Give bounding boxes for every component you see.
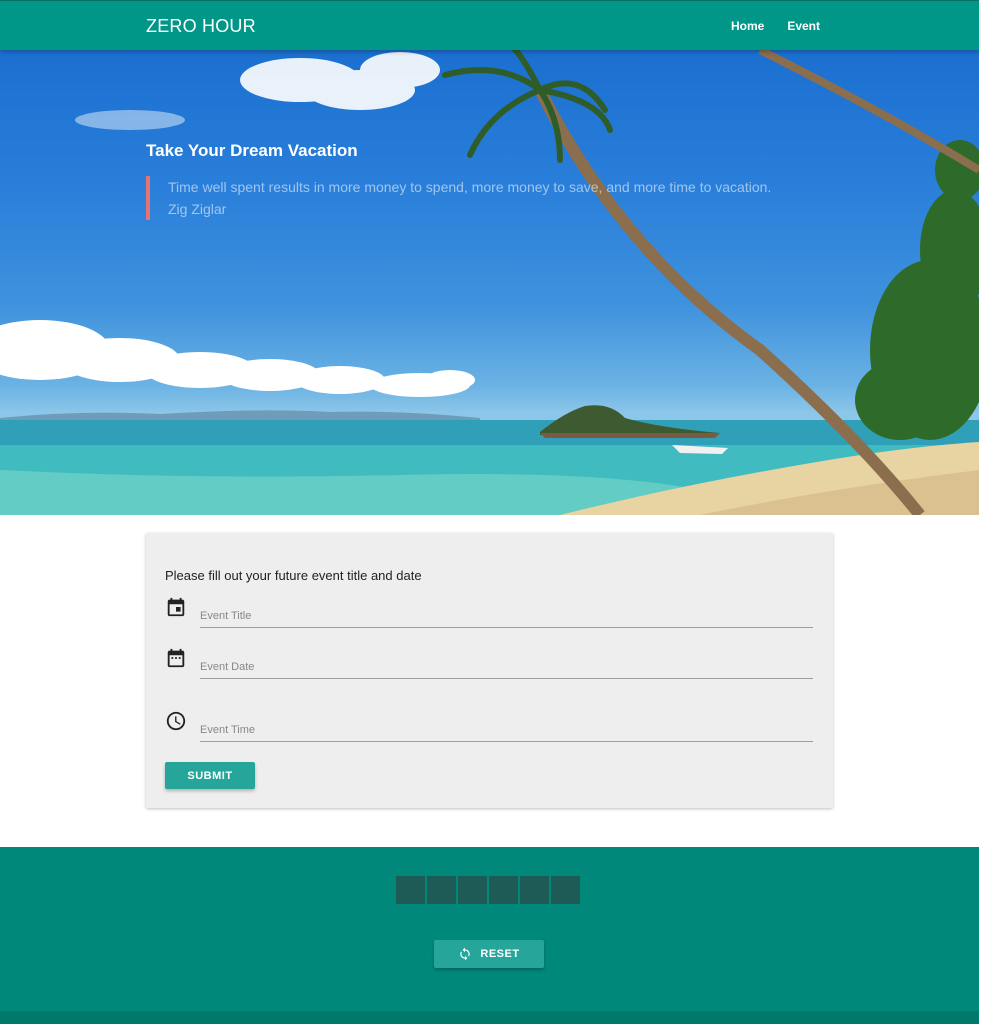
submit-button[interactable]: SUBMIT xyxy=(165,762,255,789)
calendar-date-icon xyxy=(167,648,185,668)
reset-button[interactable]: RESET xyxy=(434,940,544,968)
quote-text: Time well spent results in more money to… xyxy=(168,179,772,195)
event-time-input[interactable] xyxy=(200,718,813,742)
event-date-field xyxy=(165,647,813,687)
countdown-digit xyxy=(458,876,487,904)
top-navbar: ZERO HOUR Home Event xyxy=(0,0,979,50)
beach-background-image xyxy=(0,50,979,515)
form-instructions: Please fill out your future event title … xyxy=(165,568,422,583)
countdown-digit xyxy=(489,876,518,904)
countdown-digit xyxy=(427,876,456,904)
reset-button-label: RESET xyxy=(480,948,520,960)
countdown-display xyxy=(396,876,580,904)
footer-bottom-bar xyxy=(0,1011,979,1024)
quote-author: Zig Ziglar xyxy=(168,201,227,217)
nav-links: Home Event xyxy=(731,19,820,33)
brand-logo-link[interactable]: ZERO HOUR xyxy=(146,16,256,37)
clock-icon xyxy=(166,711,186,731)
nav-link-event[interactable]: Event xyxy=(787,19,820,33)
hero-title: Take Your Dream Vacation xyxy=(146,141,358,160)
countdown-digit xyxy=(396,876,425,904)
countdown-footer: RESET xyxy=(0,847,979,1024)
refresh-icon xyxy=(460,947,471,961)
countdown-digit xyxy=(520,876,549,904)
event-form-card: Please fill out your future event title … xyxy=(146,533,833,808)
event-time-field xyxy=(165,710,813,750)
hero-banner: Take Your Dream Vacation Time well spent… xyxy=(0,50,979,515)
countdown-digit xyxy=(551,876,580,904)
hero-quote: Time well spent results in more money to… xyxy=(146,176,806,220)
calendar-event-icon xyxy=(167,597,185,617)
event-title-input[interactable] xyxy=(200,604,813,628)
nav-link-home[interactable]: Home xyxy=(731,19,764,33)
event-date-input[interactable] xyxy=(200,655,813,679)
event-title-field xyxy=(165,596,813,636)
